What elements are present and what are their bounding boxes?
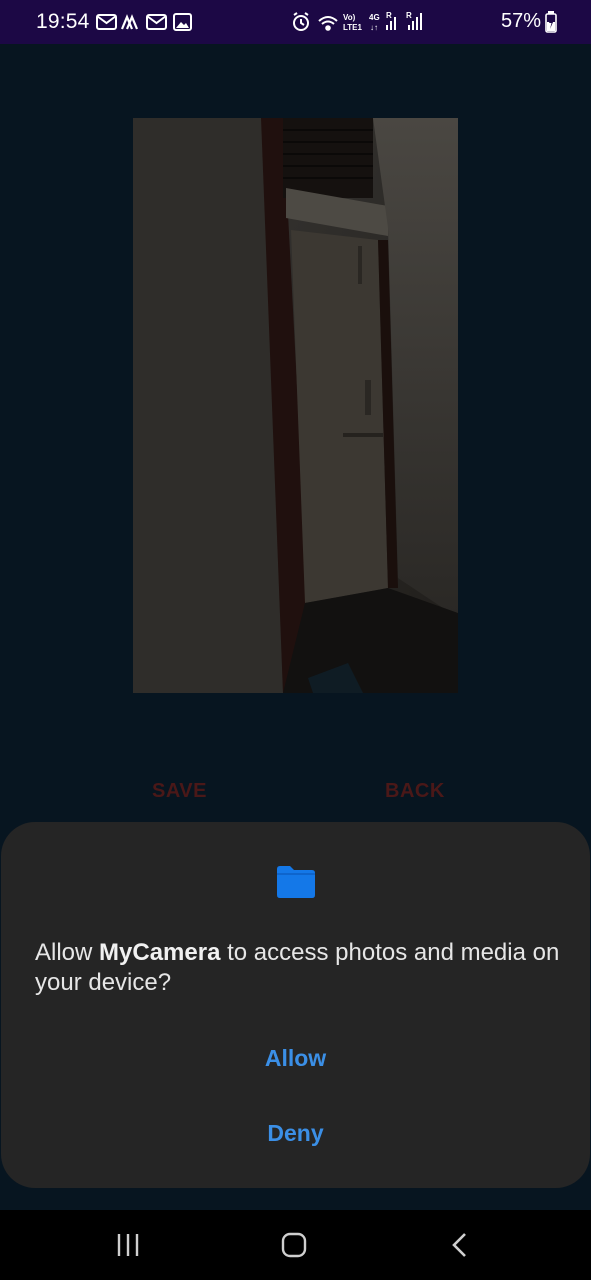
captured-photo xyxy=(133,118,458,693)
permission-dialog: Allow MyCamera to access photos and medi… xyxy=(1,822,590,1188)
drive-icon xyxy=(120,14,139,30)
wifi-icon xyxy=(318,16,338,31)
status-bar: 19:54 Vo) LTE1 4G ↓↑ R R 57% xyxy=(0,0,591,44)
svg-text:Vo): Vo) xyxy=(343,13,356,22)
battery-icon xyxy=(545,11,557,33)
back-button[interactable]: BACK xyxy=(385,780,445,803)
app-name: MyCamera xyxy=(99,939,221,966)
message-prefix: Allow xyxy=(35,939,100,966)
navigation-bar xyxy=(0,1210,591,1280)
svg-text:R: R xyxy=(406,11,412,20)
home-icon[interactable] xyxy=(274,1228,314,1262)
svg-text:4G: 4G xyxy=(369,13,380,22)
gmail-icon xyxy=(96,14,117,30)
signal-4g-icon: 4G ↓↑ xyxy=(369,13,380,32)
signal-icon-1: R xyxy=(386,11,396,30)
alarm-icon xyxy=(293,12,309,31)
photo-image xyxy=(133,118,458,693)
signal-icon-2: R xyxy=(406,11,422,30)
allow-button[interactable]: Allow xyxy=(1,1045,590,1072)
svg-text:R: R xyxy=(386,11,392,20)
gallery-icon xyxy=(173,13,192,31)
system-status-icons: Vo) LTE1 4G ↓↑ R R xyxy=(293,11,422,32)
notification-icons xyxy=(96,13,192,31)
gmail-icon-2 xyxy=(146,14,167,30)
save-button[interactable]: SAVE xyxy=(152,780,207,803)
status-time: 19:54 xyxy=(36,10,90,33)
deny-button[interactable]: Deny xyxy=(1,1120,590,1147)
battery-percent: 57% xyxy=(500,10,541,32)
folder-icon xyxy=(277,866,315,898)
volte-icon: Vo) LTE1 xyxy=(343,13,363,32)
back-icon[interactable] xyxy=(440,1228,480,1262)
permission-message: Allow MyCamera to access photos and medi… xyxy=(35,938,565,998)
recent-apps-icon[interactable] xyxy=(108,1228,148,1262)
svg-text:↓↑: ↓↑ xyxy=(370,23,378,32)
svg-text:LTE1: LTE1 xyxy=(343,23,363,32)
